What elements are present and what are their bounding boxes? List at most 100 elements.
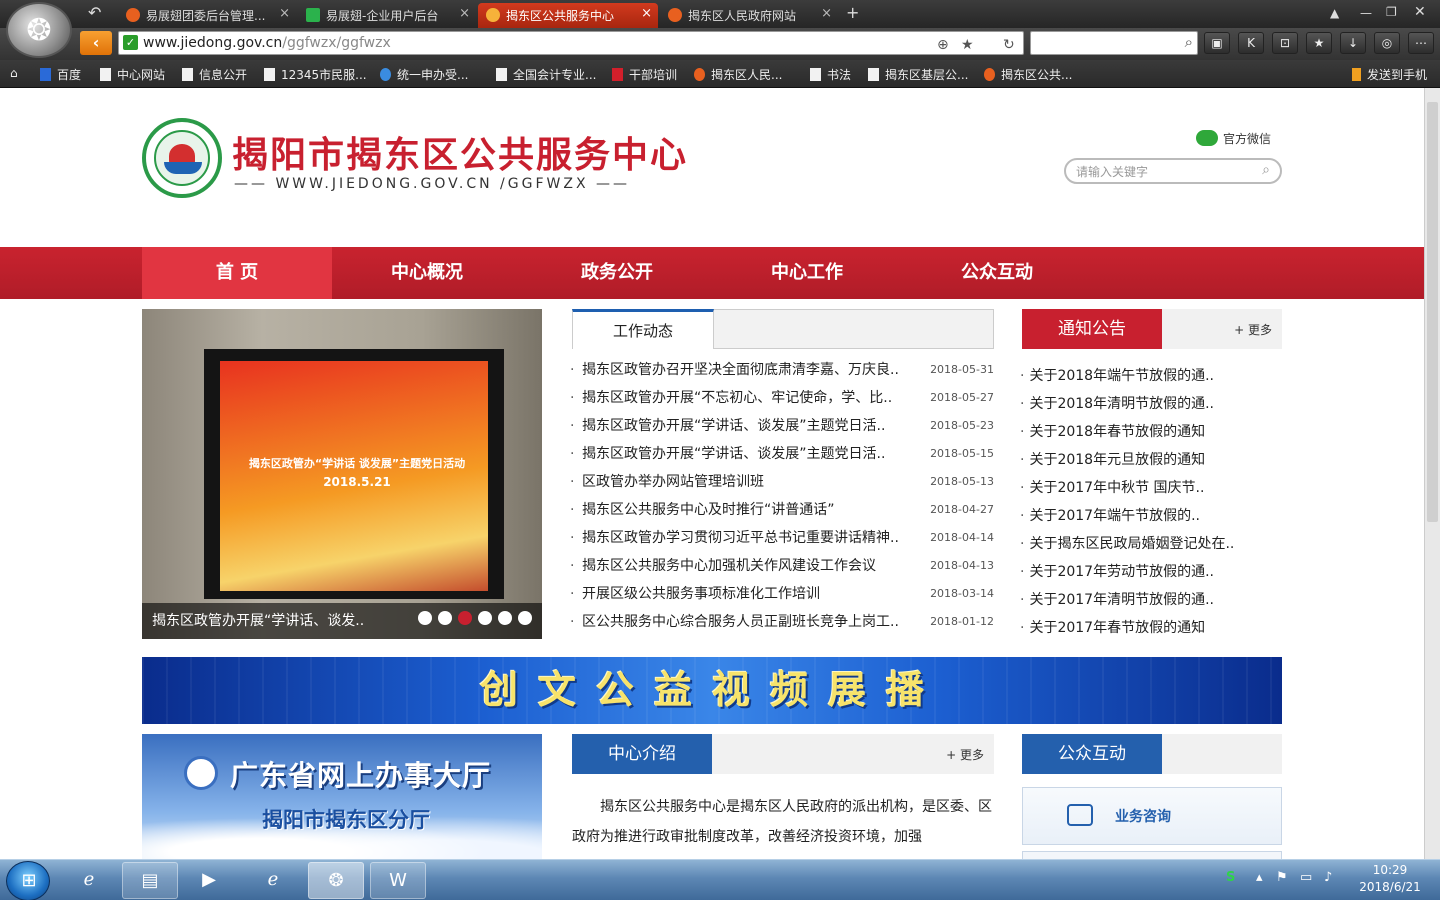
notice-item[interactable]: · 关于揭东区民政局婚姻登记处在..: [1020, 530, 1284, 558]
bookmark-calligraphy[interactable]: 书法: [810, 66, 851, 83]
notice-item[interactable]: · 关于2018年春节放假的通知: [1020, 418, 1284, 446]
nav-work[interactable]: 中心工作: [712, 247, 902, 299]
notice-title[interactable]: 关于2017年春节放假的通知: [1029, 620, 1205, 636]
new-tab-button[interactable]: +: [846, 3, 859, 22]
news-item[interactable]: · 区公共服务中心综合服务人员正副班长竞争上岗工.. 2018-01-12: [570, 608, 996, 636]
next-service-button[interactable]: [1022, 851, 1282, 859]
notice-item[interactable]: · 关于2017年中秋节 国庆节..: [1020, 474, 1284, 502]
tab-2[interactable]: 易展翅-企业用户后台 ×: [298, 3, 476, 28]
notice-item[interactable]: · 关于2017年春节放假的通知: [1020, 614, 1284, 642]
bookmark-baidu[interactable]: 百度: [40, 66, 81, 83]
ie-browser-icon[interactable]: ℯ: [246, 862, 302, 899]
volume-icon[interactable]: ♪: [1324, 870, 1332, 885]
bookmark-public-service[interactable]: 揭东区公共...: [984, 66, 1072, 83]
news-title[interactable]: 揭东区政管办开展“不忘初心、牢记使命，学、比..: [582, 384, 924, 412]
consult-button[interactable]: 业务咨询: [1022, 787, 1282, 845]
slider-dot[interactable]: [458, 611, 472, 625]
slider-dot[interactable]: [438, 611, 452, 625]
search-icon[interactable]: ⌕: [1262, 162, 1270, 178]
bookmark-unified[interactable]: 统一申办受...: [380, 66, 468, 83]
bookmark-jiedong-gov[interactable]: 揭东区人民...: [694, 66, 782, 83]
tab-work-news[interactable]: 工作动态: [572, 309, 714, 349]
close-icon[interactable]: ×: [459, 6, 470, 21]
news-item[interactable]: · 揭东区政管办学习贯彻习近平总书记重要讲话精神.. 2018-04-14: [570, 524, 996, 552]
notice-title[interactable]: 关于揭东区民政局婚姻登记处在..: [1029, 536, 1234, 552]
toolbar-favorites-icon[interactable]: ★: [1306, 32, 1332, 54]
tab-intro[interactable]: 中心介绍: [572, 734, 712, 774]
notice-title[interactable]: 关于2018年清明节放假的通..: [1029, 396, 1214, 412]
tab-public[interactable]: 公众互动: [1022, 734, 1162, 774]
toolbar-more-icon[interactable]: ⋯: [1408, 32, 1434, 54]
news-title[interactable]: 区政管办举办网站管理培训班: [582, 468, 924, 496]
refresh-icon[interactable]: ↻: [1003, 34, 1015, 56]
bookmark-cadre-training[interactable]: 干部培训: [612, 66, 677, 83]
news-item[interactable]: · 揭东区政管办开展“不忘初心、牢记使命，学、比.. 2018-05-27: [570, 384, 996, 412]
search-icon[interactable]: ⌕: [1185, 33, 1193, 51]
notices-more-link[interactable]: + 更多: [1234, 321, 1272, 338]
wechat-link[interactable]: 官方微信: [1196, 130, 1271, 147]
news-title[interactable]: 开展区级公共服务事项标准化工作培训: [582, 580, 924, 608]
page-scrollbar[interactable]: [1424, 88, 1440, 859]
news-title[interactable]: 揭东区公共服务中心加强机关作风建设工作会议: [582, 552, 924, 580]
bookmark-accounting[interactable]: 全国会计专业...: [496, 66, 596, 83]
explorer-icon[interactable]: ▤: [122, 862, 178, 899]
minimize-icon[interactable]: —: [1360, 6, 1372, 20]
close-icon[interactable]: ×: [821, 6, 832, 21]
close-icon[interactable]: ×: [279, 6, 290, 21]
site-logo[interactable]: [142, 118, 222, 198]
intro-more-link[interactable]: + 更多: [946, 746, 984, 763]
news-item[interactable]: · 开展区级公共服务事项标准化工作培训 2018-03-14: [570, 580, 996, 608]
nav-interaction[interactable]: 公众互动: [902, 247, 1092, 299]
news-title[interactable]: 揭东区政管办开展“学讲话、谈发展”主题党日活..: [582, 440, 924, 468]
address-bar[interactable]: ✓ www.jiedong.gov.cn/ggfwzx/ggfwzx ⊕ ★ ↻…: [118, 31, 1042, 56]
ie-icon[interactable]: ℯ: [62, 862, 118, 899]
news-item[interactable]: · 揭东区公共服务中心及时推行“讲普通话” 2018-04-27: [570, 496, 996, 524]
notice-item[interactable]: · 关于2018年元旦放假的通知: [1020, 446, 1284, 474]
media-player-icon[interactable]: ▶: [182, 862, 238, 899]
notice-title[interactable]: 关于2017年中秋节 国庆节..: [1029, 480, 1204, 496]
nav-overview[interactable]: 中心概况: [332, 247, 522, 299]
undo-close-icon[interactable]: ↶: [88, 3, 101, 22]
clock[interactable]: 10:29 2018/6/21: [1350, 862, 1430, 896]
notice-title[interactable]: 关于2017年端午节放假的..: [1029, 508, 1200, 524]
video-banner[interactable]: 创文公益视频展播: [142, 657, 1282, 724]
news-title[interactable]: 揭东区政管办召开坚决全面彻底肃清李嘉、万庆良..: [582, 356, 924, 384]
bookmark-center-site[interactable]: 中心网站: [100, 66, 165, 83]
browser-taskbar-icon[interactable]: ❂: [308, 862, 364, 899]
start-button[interactable]: ⊞: [6, 861, 50, 900]
slider-dot[interactable]: [478, 611, 492, 625]
tab-4[interactable]: 揭东区人民政府网站 ×: [660, 3, 838, 28]
scrollbar-thumb[interactable]: [1427, 102, 1438, 522]
browser-search-input[interactable]: ⌕: [1030, 31, 1198, 55]
close-icon[interactable]: ×: [641, 6, 652, 21]
skin-icon[interactable]: ▲: [1330, 6, 1339, 20]
news-title[interactable]: 揭东区政管办学习贯彻习近平总书记重要讲话精神..: [582, 524, 924, 552]
sogou-input-icon[interactable]: S: [1226, 870, 1235, 885]
notice-item[interactable]: · 关于2017年劳动节放假的通..: [1020, 558, 1284, 586]
news-item[interactable]: · 区政管办举办网站管理培训班 2018-05-13: [570, 468, 996, 496]
network-icon[interactable]: ▭: [1300, 870, 1312, 885]
toolbar-lock-icon[interactable]: ⊡: [1272, 32, 1298, 54]
nav-home[interactable]: 首 页: [142, 247, 332, 299]
slider-dot[interactable]: [518, 611, 532, 625]
send-to-phone-button[interactable]: 发送到手机: [1352, 66, 1427, 83]
tab-notices[interactable]: 通知公告: [1022, 309, 1162, 349]
bookmark-star-icon[interactable]: ★: [961, 34, 974, 56]
notice-title[interactable]: 关于2017年劳动节放假的通..: [1029, 564, 1214, 580]
bookmark-info-public[interactable]: 信息公开: [182, 66, 247, 83]
maximize-icon[interactable]: ❐: [1386, 5, 1397, 19]
toolbar-k-icon[interactable]: K: [1238, 32, 1264, 54]
tray-expand-icon[interactable]: ▴: [1256, 870, 1263, 885]
home-icon[interactable]: ⌂: [10, 66, 18, 80]
notice-title[interactable]: 关于2018年元旦放假的通知: [1029, 452, 1205, 468]
compat-mode-icon[interactable]: ⊕: [937, 34, 949, 56]
tab-3-active[interactable]: 揭东区公共服务中心 ×: [478, 3, 658, 28]
notice-item[interactable]: · 关于2018年清明节放假的通..: [1020, 390, 1284, 418]
news-item[interactable]: · 揭东区公共服务中心加强机关作风建设工作会议 2018-04-13: [570, 552, 996, 580]
notice-title[interactable]: 关于2018年端午节放假的通..: [1029, 368, 1214, 384]
tab-1[interactable]: 易展翅团委后台管理... ×: [118, 3, 296, 28]
gd-portal-banner[interactable]: 广东省网上办事大厅 揭阳市揭东区分厅: [142, 734, 542, 859]
toolbar-game-icon[interactable]: ◎: [1374, 32, 1400, 54]
notice-item[interactable]: · 关于2017年清明节放假的通..: [1020, 586, 1284, 614]
slider-dot[interactable]: [418, 611, 432, 625]
